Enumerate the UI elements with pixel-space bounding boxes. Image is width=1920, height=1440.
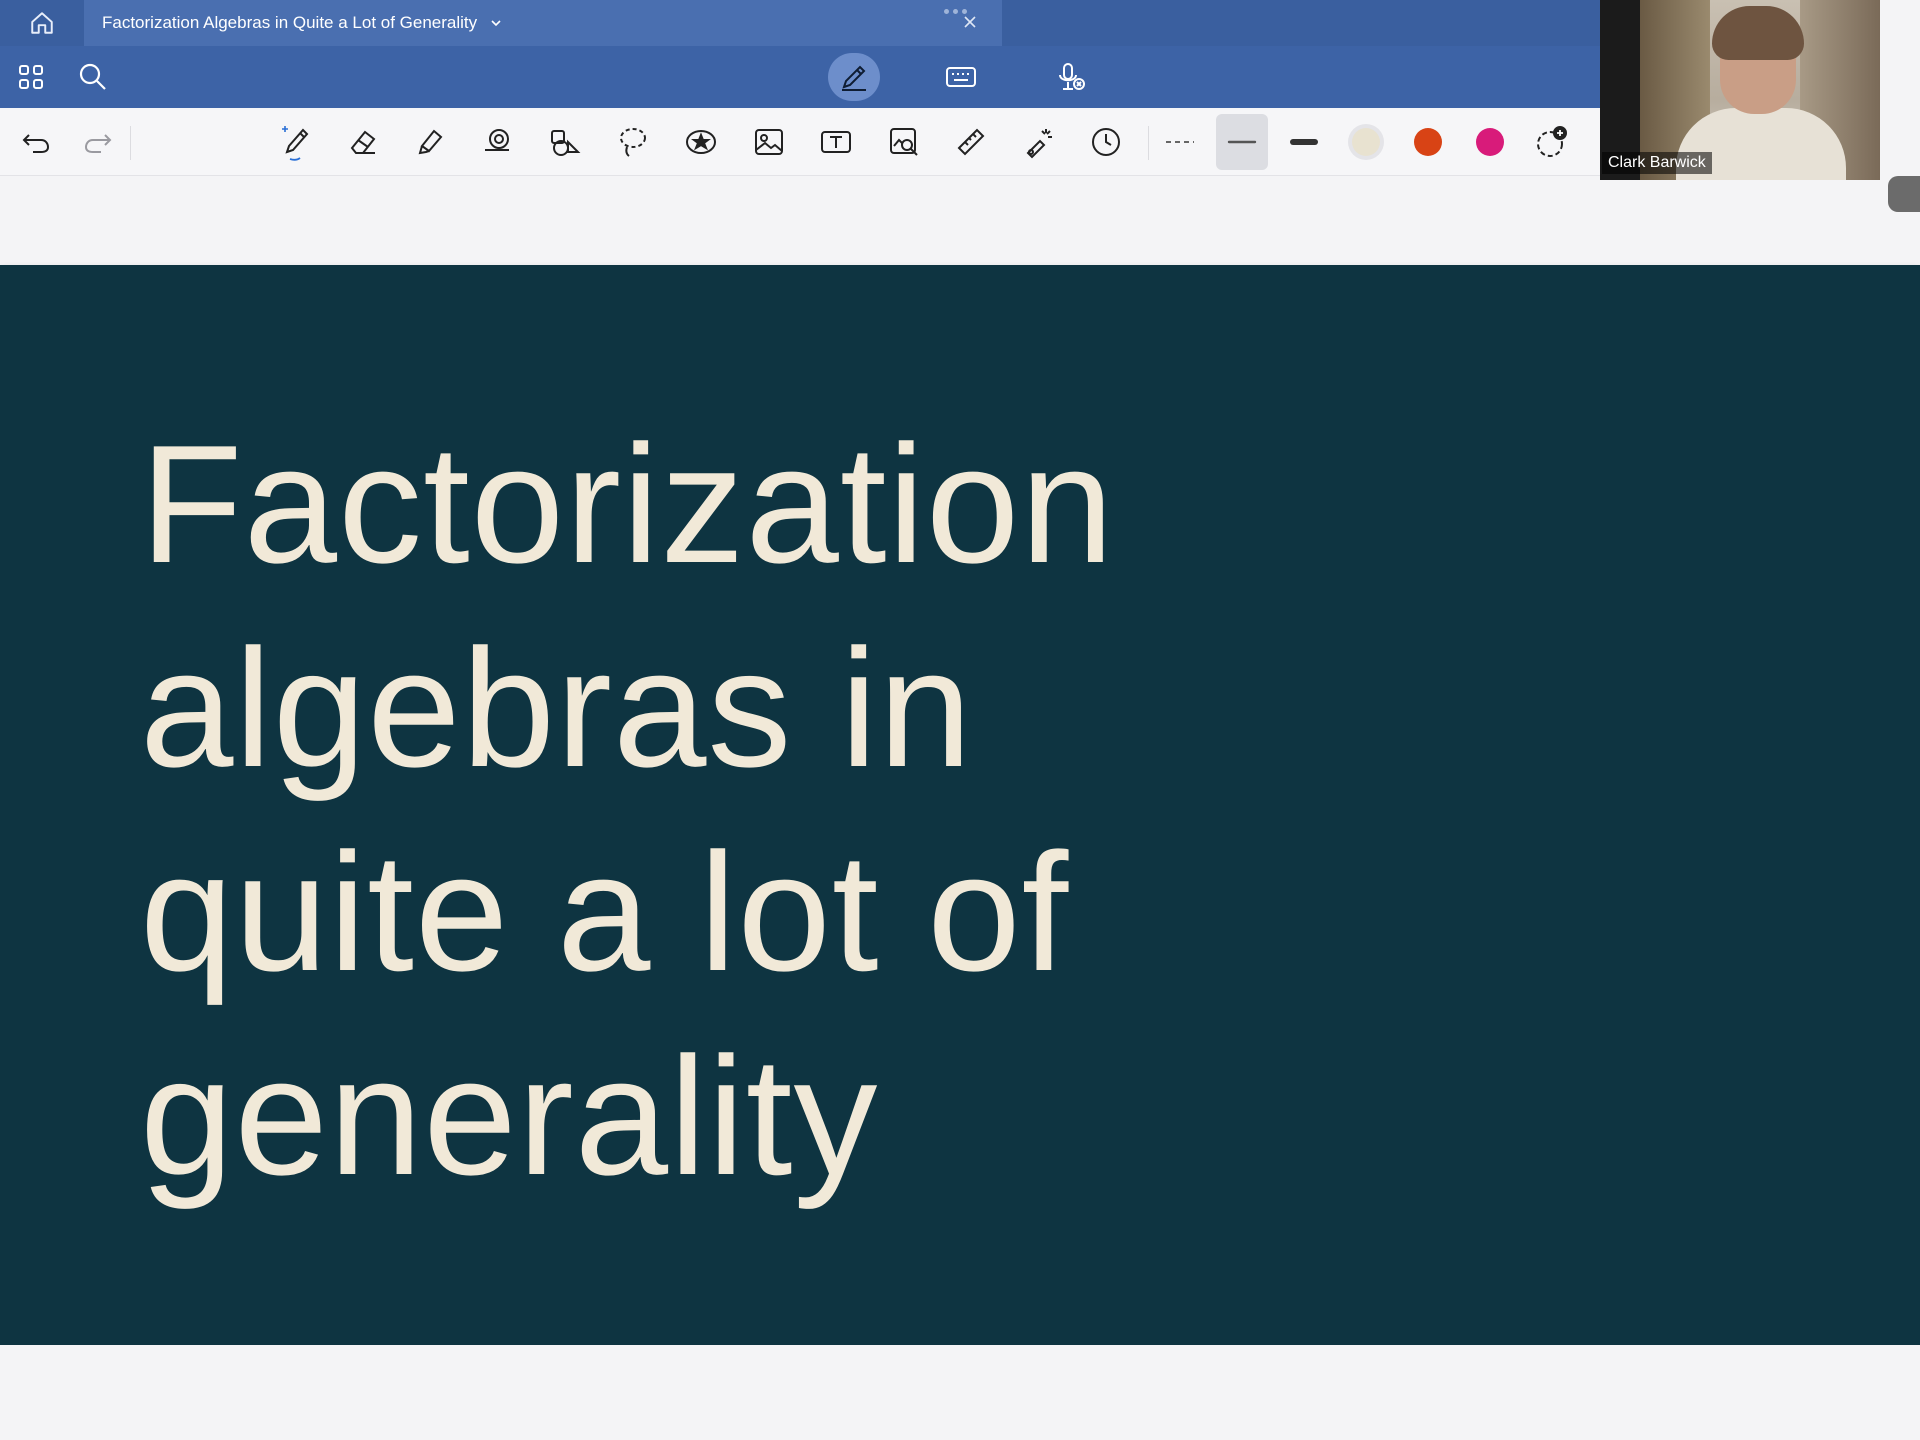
grid-icon[interactable] xyxy=(10,46,52,108)
keyboard-icon[interactable] xyxy=(940,46,982,108)
microphone-off-icon[interactable] xyxy=(1050,46,1092,108)
redo-icon[interactable] xyxy=(72,108,124,176)
participant-video[interactable]: Clark Barwick xyxy=(1600,0,1880,180)
mode-bar xyxy=(0,46,1600,108)
document-title: Factorization Algebras in Quite a Lot of… xyxy=(102,13,478,32)
pen-mode-button[interactable] xyxy=(828,53,880,101)
image-search-icon[interactable] xyxy=(878,108,930,176)
slide-title-line: algebras in xyxy=(140,614,973,802)
timer-icon[interactable] xyxy=(1080,108,1132,176)
lasso-icon[interactable] xyxy=(607,108,659,176)
highlighter-icon[interactable] xyxy=(404,108,456,176)
participant-name: Clark Barwick xyxy=(1602,152,1712,174)
divider xyxy=(1148,126,1149,160)
undo-icon[interactable] xyxy=(10,108,62,176)
chevron-down-icon[interactable] xyxy=(489,16,503,30)
laser-pointer-icon[interactable] xyxy=(1013,108,1065,176)
shape-recognition-icon[interactable] xyxy=(539,108,591,176)
slide-title-line: Factorization xyxy=(140,410,1115,598)
document-tab[interactable]: Factorization Algebras in Quite a Lot of… xyxy=(84,0,1002,46)
stroke-medium-icon[interactable] xyxy=(1216,108,1268,176)
notes-app: Factorization Algebras in Quite a Lot of… xyxy=(0,0,1920,1440)
color-swatch-orange[interactable] xyxy=(1414,128,1442,156)
add-color-icon[interactable] xyxy=(1526,108,1578,176)
eraser-icon[interactable] xyxy=(337,108,389,176)
tab-bar: Factorization Algebras in Quite a Lot of… xyxy=(0,0,1600,46)
participant-hair xyxy=(1712,6,1804,60)
stroke-thick-icon[interactable] xyxy=(1278,108,1330,176)
color-swatch-pink[interactable] xyxy=(1476,128,1504,156)
search-icon[interactable] xyxy=(72,46,114,108)
color-swatch-cream[interactable] xyxy=(1352,128,1380,156)
canvas-margin-bottom xyxy=(0,1345,1920,1440)
pen-tool-icon[interactable] xyxy=(270,108,322,176)
sticker-icon[interactable] xyxy=(675,108,727,176)
drawing-toolbar xyxy=(0,108,1600,176)
ruler-icon[interactable] xyxy=(945,108,997,176)
close-icon[interactable] xyxy=(962,14,978,35)
side-panel-handle[interactable] xyxy=(1888,176,1920,212)
stroke-dashed-icon[interactable] xyxy=(1154,108,1206,176)
slide-title-line: quite a lot of xyxy=(140,818,1070,1006)
image-icon[interactable] xyxy=(743,108,795,176)
canvas-margin-top xyxy=(0,176,1920,265)
divider xyxy=(130,126,131,160)
home-button[interactable] xyxy=(0,0,84,46)
pen-mode-icon xyxy=(842,65,866,91)
slide-title-line: generality xyxy=(140,1022,879,1210)
shapes-icon[interactable] xyxy=(472,108,524,176)
text-box-icon[interactable] xyxy=(810,108,862,176)
slide-title: Factorization algebras in quite a lot of… xyxy=(140,402,1340,1218)
home-icon xyxy=(31,12,53,34)
